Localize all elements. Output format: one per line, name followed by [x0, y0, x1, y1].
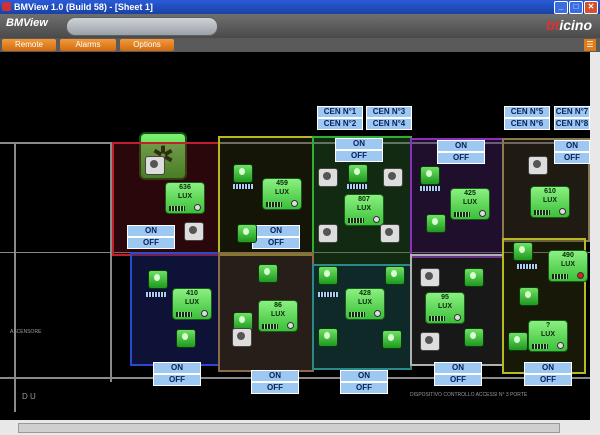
- level-indicator: [233, 184, 253, 189]
- wall: [14, 142, 16, 412]
- lux-sensor[interactable]: 95 LUX: [425, 292, 465, 324]
- off-button[interactable]: OFF: [335, 150, 383, 162]
- vertical-scrollbar[interactable]: [590, 52, 600, 420]
- cen-2-button[interactable]: CEN N°2: [317, 118, 363, 130]
- light-icon[interactable]: [426, 214, 446, 233]
- off-button[interactable]: OFF: [437, 152, 485, 164]
- light-icon[interactable]: [237, 224, 257, 243]
- on-button[interactable]: ON: [554, 140, 590, 152]
- light-icon[interactable]: [318, 328, 338, 347]
- level-indicator: [146, 292, 166, 297]
- dimmer-icon[interactable]: [420, 332, 440, 351]
- cen-5-button[interactable]: CEN N°5: [504, 106, 550, 118]
- cen-7-button[interactable]: CEN N°7: [554, 106, 590, 118]
- dimmer-icon[interactable]: [232, 328, 252, 347]
- level-indicator: [420, 186, 440, 191]
- dimmer-icon[interactable]: [318, 168, 338, 187]
- window-titlebar: BMView 1.0 (Build 58) - [Sheet 1] _ □ ✕: [0, 0, 600, 14]
- lux-sensor[interactable]: 410 LUX: [172, 288, 212, 320]
- light-icon[interactable]: [519, 287, 539, 306]
- on-button[interactable]: ON: [153, 362, 201, 374]
- light-icon[interactable]: [318, 266, 338, 285]
- light-icon[interactable]: [464, 328, 484, 347]
- light-icon[interactable]: [382, 330, 402, 349]
- light-icon[interactable]: [464, 268, 484, 287]
- light-icon[interactable]: [420, 166, 440, 185]
- cen-1-button[interactable]: CEN N°1: [317, 106, 363, 118]
- light-icon[interactable]: [148, 270, 168, 289]
- lux-sensor[interactable]: 86 LUX: [258, 300, 298, 332]
- lux-sensor[interactable]: 807 LUX: [344, 194, 384, 226]
- maximize-button[interactable]: □: [569, 1, 583, 14]
- on-button[interactable]: ON: [434, 362, 482, 374]
- off-button[interactable]: OFF: [340, 382, 388, 394]
- dimmer-icon[interactable]: [184, 222, 204, 241]
- lux-sensor[interactable]: 459 LUX: [262, 178, 302, 210]
- dimmer-icon[interactable]: [528, 156, 548, 175]
- light-icon[interactable]: [513, 242, 533, 261]
- off-button[interactable]: OFF: [554, 152, 590, 164]
- dimmer-icon[interactable]: [420, 268, 440, 287]
- level-indicator: [517, 264, 537, 269]
- light-icon[interactable]: [508, 332, 528, 351]
- level-indicator: [318, 292, 338, 297]
- off-button[interactable]: OFF: [524, 374, 572, 386]
- close-button[interactable]: ✕: [584, 1, 598, 14]
- lux-sensor[interactable]: 490 LUX: [548, 250, 588, 282]
- menu-options-icon[interactable]: ☰: [584, 39, 596, 51]
- off-button[interactable]: OFF: [252, 237, 300, 249]
- cen-3-button[interactable]: CEN N°3: [366, 106, 412, 118]
- menu-remote-control[interactable]: Remote control: [2, 39, 56, 61]
- lux-sensor[interactable]: 425 LUX: [450, 188, 490, 220]
- on-button[interactable]: ON: [252, 225, 300, 237]
- on-button[interactable]: ON: [340, 370, 388, 382]
- menu-alarms[interactable]: Alarms: [60, 39, 116, 51]
- brand-logo: bticino: [546, 17, 592, 33]
- on-button[interactable]: ON: [251, 370, 299, 382]
- floor-plan: ASCENSORE DISPOSITIVO CONTROLLO ACCESSI …: [0, 52, 590, 420]
- menu-options[interactable]: Options: [120, 39, 174, 51]
- menu-bar: Remote control Alarms Options ☰: [0, 38, 600, 61]
- off-button[interactable]: OFF: [127, 237, 175, 249]
- label-dispositivo: DISPOSITIVO CONTROLLO ACCESSI N° 3 PORTE: [410, 392, 528, 398]
- light-icon[interactable]: [258, 264, 278, 283]
- off-button[interactable]: OFF: [434, 374, 482, 386]
- dimmer-icon[interactable]: [380, 224, 400, 243]
- light-icon[interactable]: [348, 164, 368, 183]
- app-header: BMView bticino: [0, 14, 600, 38]
- lux-sensor[interactable]: 428 LUX: [345, 288, 385, 320]
- light-icon[interactable]: [385, 266, 405, 285]
- on-button[interactable]: ON: [335, 138, 383, 150]
- dimmer-icon[interactable]: [383, 168, 403, 187]
- label-ascensore: ASCENSORE: [10, 329, 42, 335]
- level-indicator: [347, 184, 367, 189]
- on-button[interactable]: ON: [437, 140, 485, 152]
- minimize-button[interactable]: _: [554, 1, 568, 14]
- app-icon: [2, 2, 11, 11]
- off-button[interactable]: OFF: [153, 374, 201, 386]
- lux-sensor[interactable]: 610 LUX: [530, 186, 570, 218]
- light-icon[interactable]: [176, 329, 196, 348]
- status-pill: [66, 17, 218, 36]
- dimmer-icon[interactable]: [318, 224, 338, 243]
- cen-6-button[interactable]: CEN N°6: [504, 118, 550, 130]
- on-button[interactable]: ON: [524, 362, 572, 374]
- window-title: BMView 1.0 (Build 58) - [Sheet 1]: [14, 2, 153, 12]
- scrollbar-thumb[interactable]: [18, 423, 560, 433]
- cen-4-button[interactable]: CEN N°4: [366, 118, 412, 130]
- lux-sensor[interactable]: 636 LUX: [165, 182, 205, 214]
- lux-sensor[interactable]: ? LUX: [528, 320, 568, 352]
- app-name: BMView: [6, 17, 48, 29]
- off-button[interactable]: OFF: [251, 382, 299, 394]
- light-icon[interactable]: [233, 164, 253, 183]
- label-du: D U: [22, 392, 36, 401]
- dimmer-icon[interactable]: [145, 156, 165, 175]
- cen-8-button[interactable]: CEN N°8: [554, 118, 590, 130]
- on-button[interactable]: ON: [127, 225, 175, 237]
